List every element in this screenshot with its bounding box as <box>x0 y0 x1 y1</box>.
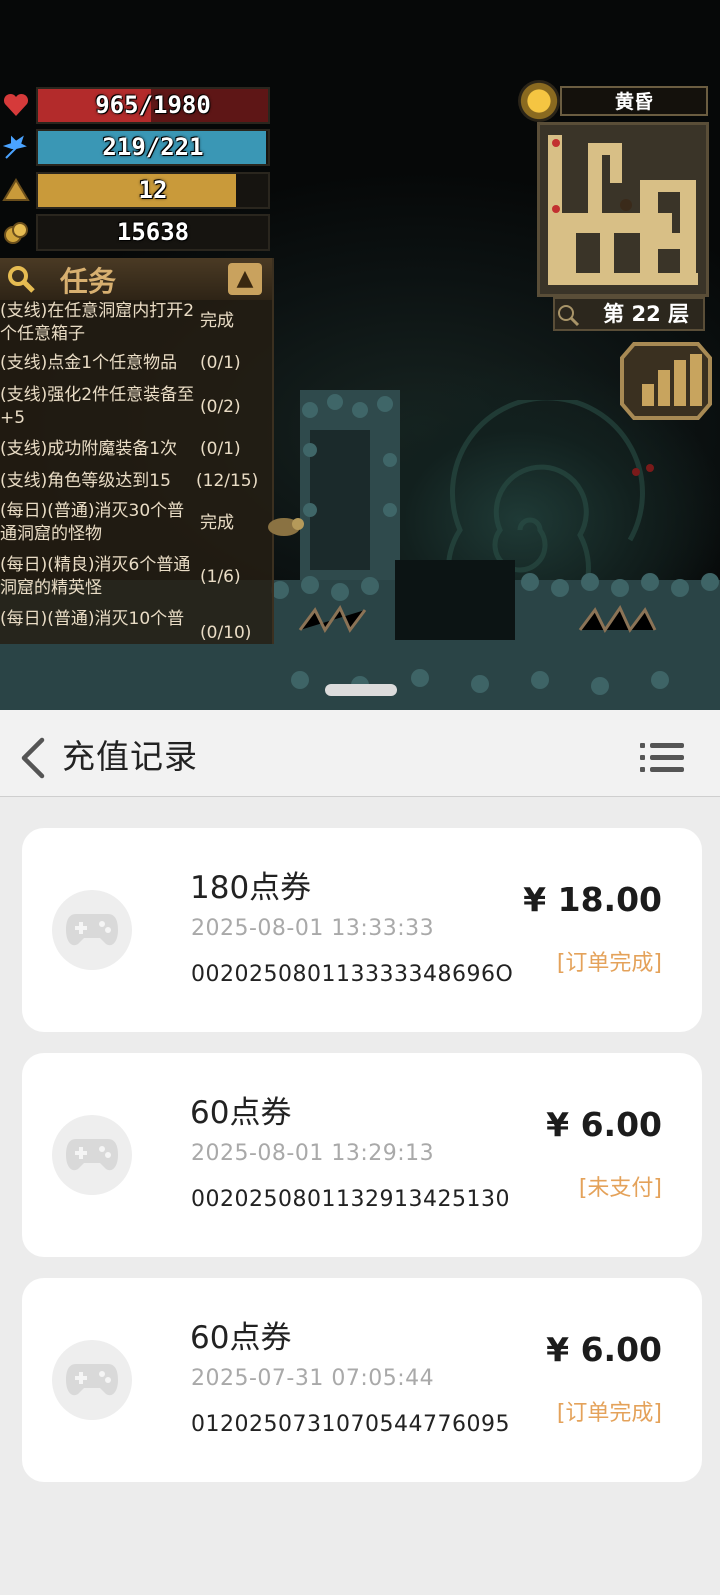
hp-bar: 965/1980 <box>36 87 270 124</box>
quest-panel: 任务 ▲ (支线)在任意洞窟内打开2个任意箱子 完成 (支线)点金1个任意物品 … <box>0 258 274 644</box>
sun-icon <box>518 80 560 122</box>
hp-value: 965/1980 <box>95 91 211 119</box>
heart-icon <box>3 93 29 116</box>
order-amount: ¥ 6.00 <box>546 1330 662 1369</box>
collapse-up-arrow-icon[interactable]: ▲ <box>228 263 262 295</box>
quest-title: 任务 <box>60 265 117 298</box>
list-menu-icon[interactable] <box>640 740 684 776</box>
time-of-day: 黄昏 <box>560 86 708 116</box>
minimap-layout <box>540 125 706 294</box>
level-bar: 12 <box>36 172 270 209</box>
top-bar: 充值记录 <box>0 710 720 797</box>
zoom-icon[interactable] <box>556 303 580 327</box>
order-number: 0120250731070544776095 <box>191 1412 510 1437</box>
drag-handle[interactable] <box>325 684 397 696</box>
gold-icon <box>4 222 28 244</box>
avatar <box>52 890 132 970</box>
order-number: 002025080113333348696O <box>191 962 514 987</box>
gold-value: 15638 <box>116 218 190 246</box>
red-eyes <box>632 464 654 476</box>
game-screen[interactable]: 965/1980 219/221 12 15638 任务 ▲ (支线)在任意洞窟… <box>0 0 720 710</box>
page-title: 充值记录 <box>62 737 198 776</box>
product-name: 60点券 <box>190 1095 292 1131</box>
recharge-record-card[interactable]: 60点券 2025-08-01 13:29:13 002025080113291… <box>22 1053 702 1257</box>
level-triangle-icon <box>2 178 30 201</box>
mp-bar: 219/221 <box>36 129 270 166</box>
order-time: 2025-07-31 07:05:44 <box>191 1366 435 1391</box>
gamepad-icon <box>66 1139 118 1171</box>
order-status: [订单完成] <box>556 951 662 976</box>
level-value: 12 <box>138 176 168 204</box>
magic-icon <box>2 135 27 159</box>
avatar <box>52 1115 132 1195</box>
avatar <box>52 1340 132 1420</box>
magnifier-icon[interactable] <box>6 264 36 294</box>
recharge-record-card[interactable]: 60点券 2025-07-31 07:05:44 012025073107054… <box>22 1278 702 1482</box>
gamepad-icon <box>66 1364 118 1396</box>
cave-creature[interactable] <box>262 512 310 542</box>
bag-button[interactable] <box>620 340 712 422</box>
gold-bar: 15638 <box>36 214 270 251</box>
order-time: 2025-08-01 13:33:33 <box>191 916 435 941</box>
order-status: [订单完成] <box>556 1401 662 1426</box>
order-number: 0020250801132913425130 <box>191 1187 510 1212</box>
product-name: 60点券 <box>190 1320 292 1356</box>
order-status: [未支付] <box>578 1176 662 1201</box>
order-amount: ¥ 6.00 <box>546 1105 662 1144</box>
product-name: 180点券 <box>190 870 312 906</box>
recharge-record-card[interactable]: 180点券 2025-08-01 13:33:33 00202508011333… <box>22 828 702 1032</box>
order-time: 2025-08-01 13:29:13 <box>191 1141 435 1166</box>
quest-item[interactable]: (每日)(普通)消灭10个普 (0/10) <box>0 608 272 644</box>
quest-header: 任务 ▲ <box>0 258 272 300</box>
mp-value: 219/221 <box>102 133 204 161</box>
back-arrow-icon[interactable] <box>14 736 50 780</box>
minimap[interactable] <box>537 122 709 297</box>
gamepad-icon <box>66 914 118 946</box>
order-amount: ¥ 18.00 <box>523 880 662 919</box>
